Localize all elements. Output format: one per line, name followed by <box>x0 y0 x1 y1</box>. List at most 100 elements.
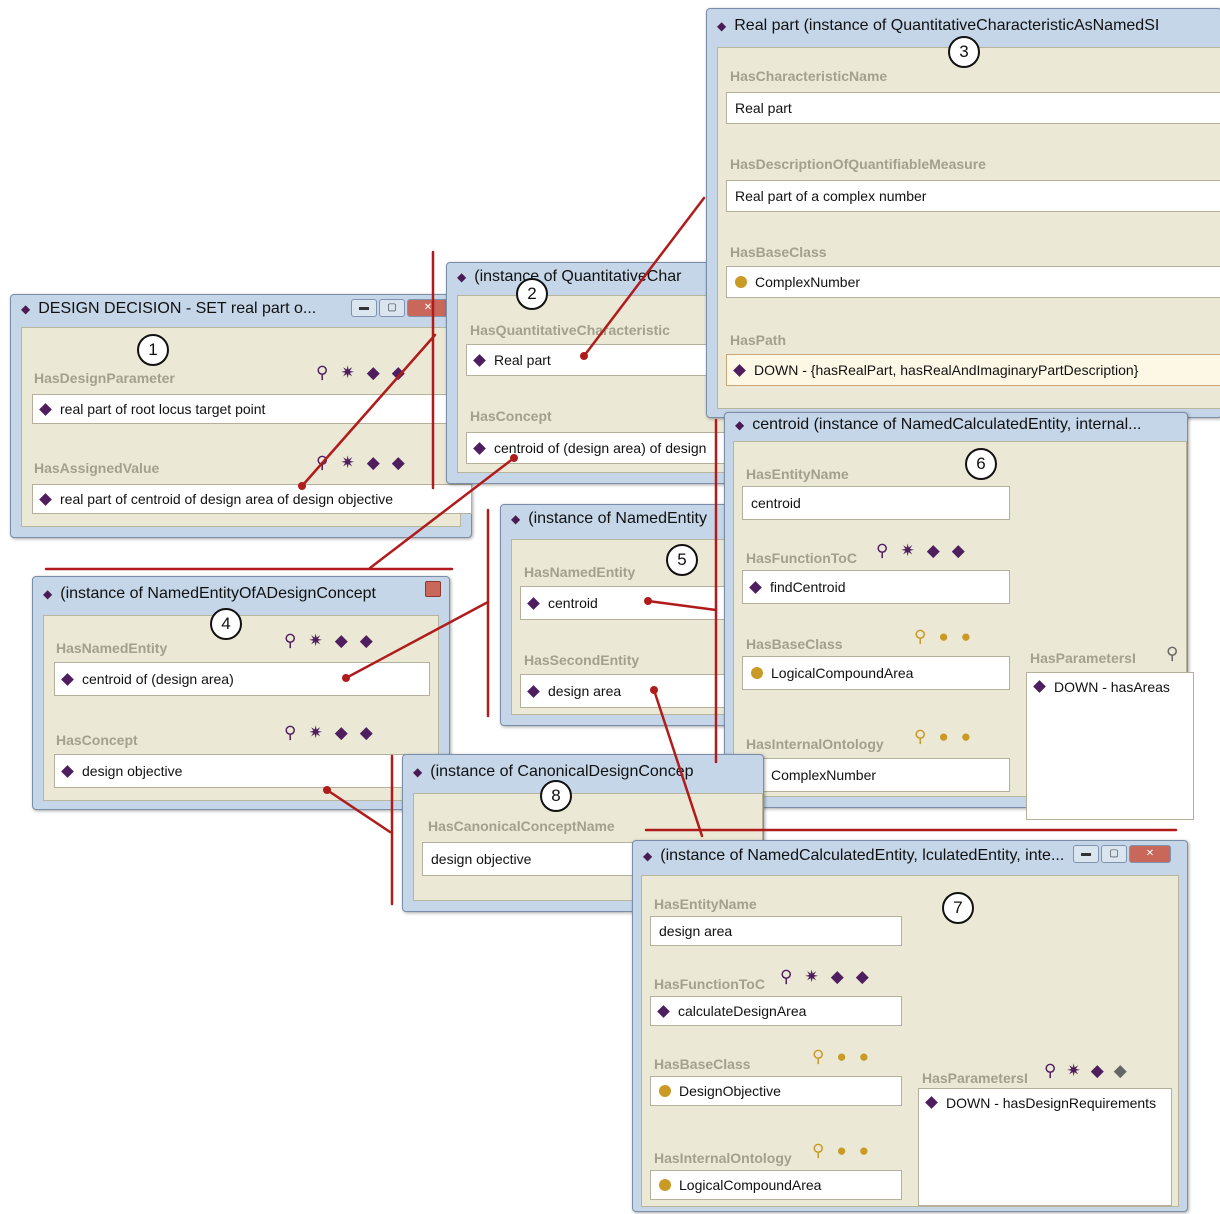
named-entity-field[interactable]: centroid <box>520 586 740 620</box>
window-title: Real part (instance of QuantitativeChara… <box>734 17 1160 34</box>
remove-instance-icon[interactable]: ◆ <box>360 632 373 650</box>
browse-icon[interactable]: ✷ <box>308 632 322 650</box>
browse-icon[interactable]: ✷ <box>1066 1062 1080 1080</box>
remove-instance-icon[interactable]: ◆ <box>856 968 869 986</box>
field-value: design area <box>659 923 733 939</box>
function-field[interactable]: findCentroid <box>742 570 1010 604</box>
remove-instance-icon[interactable]: ◆ <box>1114 1062 1127 1080</box>
browse-icon[interactable]: ✷ <box>900 542 914 560</box>
internal-ontology-field[interactable]: ComplexNumber <box>742 758 1010 792</box>
browse-icon[interactable]: ✷ <box>308 724 322 742</box>
search-icon[interactable]: ⚲ <box>284 724 296 742</box>
remove-instance-icon[interactable]: ◆ <box>952 542 965 560</box>
characteristic-name-field[interactable]: Real part <box>726 92 1220 124</box>
search-icon[interactable]: ⚲ <box>780 968 792 986</box>
has-entity-name-label: HasEntityName <box>746 466 849 482</box>
base-class-field[interactable]: ComplexNumber <box>726 266 1220 298</box>
search-icon[interactable]: ⚲ <box>316 364 328 382</box>
base-class-field[interactable]: DesignObjective <box>650 1076 902 1106</box>
base-class-field[interactable]: LogicalCompoundArea <box>742 656 1010 690</box>
field-value: centroid of (design area) <box>82 671 234 687</box>
instance-icon: ◆ <box>457 270 467 284</box>
entity-name-field[interactable]: centroid <box>742 486 1010 520</box>
window-titlebar[interactable]: ◆ (instance of QuantitativeChar <box>447 263 735 291</box>
has-entity-name-label: HasEntityName <box>654 896 757 912</box>
function-field[interactable]: calculateDesignArea <box>650 996 902 1026</box>
has-function-label: HasFunctionToC <box>746 550 857 566</box>
minimize-button[interactable]: ▬ <box>1073 845 1099 863</box>
close-button[interactable]: ✕ <box>407 299 449 317</box>
entity-name-field[interactable]: design area <box>650 916 902 946</box>
close-button[interactable] <box>425 581 441 597</box>
field-value: centroid of (design area) of design <box>494 440 707 456</box>
remove-class-icon[interactable]: ● <box>859 1048 869 1066</box>
slot-toolbar: ⚲ ✷ ◆ ◆ <box>780 968 869 986</box>
class-icon <box>659 1179 671 1191</box>
remove-class-icon[interactable]: ● <box>859 1142 869 1160</box>
search-icon[interactable]: ⚲ <box>1166 644 1178 664</box>
search-icon[interactable]: ⚲ <box>812 1142 824 1160</box>
add-instance-icon[interactable]: ◆ <box>335 724 348 742</box>
browse-icon[interactable]: ✷ <box>804 968 818 986</box>
add-instance-icon[interactable]: ◆ <box>1091 1062 1104 1080</box>
parameters-list[interactable]: DOWN - hasDesignRequirements <box>918 1088 1172 1206</box>
minimize-button[interactable]: ▬ <box>351 299 377 317</box>
instance-icon <box>473 441 486 455</box>
concept-field[interactable]: design objective <box>54 754 430 788</box>
quantitative-characteristic-field[interactable]: Real part <box>466 344 746 376</box>
window-titlebar[interactable]: ◆ (instance of NamedEntity <box>501 505 735 533</box>
search-icon[interactable]: ⚲ <box>914 628 926 646</box>
assigned-value-field[interactable]: real part of centroid of design area of … <box>32 484 472 514</box>
add-instance-icon[interactable]: ◆ <box>367 454 380 472</box>
maximize-button[interactable]: ▢ <box>379 299 405 317</box>
maximize-button[interactable]: ▢ <box>1101 845 1127 863</box>
close-button[interactable]: ✕ <box>1129 845 1171 863</box>
form-panel: HasDesignParameter ⚲ ✷ ◆ ◆ real part of roo… <box>21 327 472 527</box>
search-icon[interactable]: ⚲ <box>1044 1062 1056 1080</box>
add-instance-icon[interactable]: ◆ <box>335 632 348 650</box>
design-parameter-field[interactable]: real part of root locus target point <box>32 394 472 424</box>
instance-icon: ◆ <box>717 19 727 33</box>
has-description-label: HasDescriptionOfQuantifiableMeasure <box>730 156 986 172</box>
internal-ontology-field[interactable]: LogicalCompoundArea <box>650 1170 902 1200</box>
search-icon[interactable]: ⚲ <box>316 454 328 472</box>
instance-icon <box>473 353 486 367</box>
window-titlebar[interactable]: ◆ (instance of CanonicalDesignConcep <box>403 755 763 789</box>
remove-class-icon[interactable]: ● <box>961 728 971 746</box>
slot-toolbar: ⚲ ✷ ◆ ◆ <box>1044 1062 1127 1080</box>
concept-field[interactable]: centroid of (design area) of design <box>466 432 746 464</box>
add-class-icon[interactable]: ● <box>836 1142 846 1160</box>
second-entity-field[interactable]: design area <box>520 674 740 708</box>
field-value: findCentroid <box>770 579 846 595</box>
search-icon[interactable]: ⚲ <box>876 542 888 560</box>
remove-instance-icon[interactable]: ◆ <box>392 364 405 382</box>
field-value: DOWN - {hasRealPart, hasRealAndImaginary… <box>754 362 1139 378</box>
window-titlebar[interactable]: ◆ (instance of NamedEntityOfADesignConcep… <box>33 577 449 611</box>
description-field[interactable]: Real part of a complex number <box>726 180 1220 212</box>
search-icon[interactable]: ⚲ <box>914 728 926 746</box>
remove-instance-icon[interactable]: ◆ <box>360 724 373 742</box>
path-field[interactable]: DOWN - {hasRealPart, hasRealAndImaginary… <box>726 354 1220 386</box>
add-class-icon[interactable]: ● <box>836 1048 846 1066</box>
window-titlebar[interactable]: ◆ centroid (instance of NamedCalculatedEn… <box>725 413 1187 437</box>
parameters-list[interactable]: DOWN - hasAreas <box>1026 672 1194 820</box>
add-class-icon[interactable]: ● <box>938 628 948 646</box>
search-icon[interactable]: ⚲ <box>812 1048 824 1066</box>
add-instance-icon[interactable]: ◆ <box>367 364 380 382</box>
add-class-icon[interactable]: ● <box>938 728 948 746</box>
field-value: design objective <box>82 763 183 779</box>
add-instance-icon[interactable]: ◆ <box>927 542 940 560</box>
has-second-entity-label: HasSecondEntity <box>524 652 640 668</box>
remove-instance-icon[interactable]: ◆ <box>392 454 405 472</box>
search-icon[interactable]: ⚲ <box>284 632 296 650</box>
remove-class-icon[interactable]: ● <box>961 628 971 646</box>
named-entity-field[interactable]: centroid of (design area) <box>54 662 430 696</box>
instance-icon <box>61 672 74 686</box>
instance-icon <box>1033 680 1046 693</box>
browse-icon[interactable]: ✷ <box>340 454 354 472</box>
browse-icon[interactable]: ✷ <box>340 364 354 382</box>
has-named-entity-label: HasNamedEntity <box>56 640 168 656</box>
window-title: (instance of NamedCalculatedEntity, lcul… <box>660 847 1065 864</box>
has-assigned-value-label: HasAssignedValue <box>34 460 160 476</box>
add-instance-icon[interactable]: ◆ <box>831 968 844 986</box>
